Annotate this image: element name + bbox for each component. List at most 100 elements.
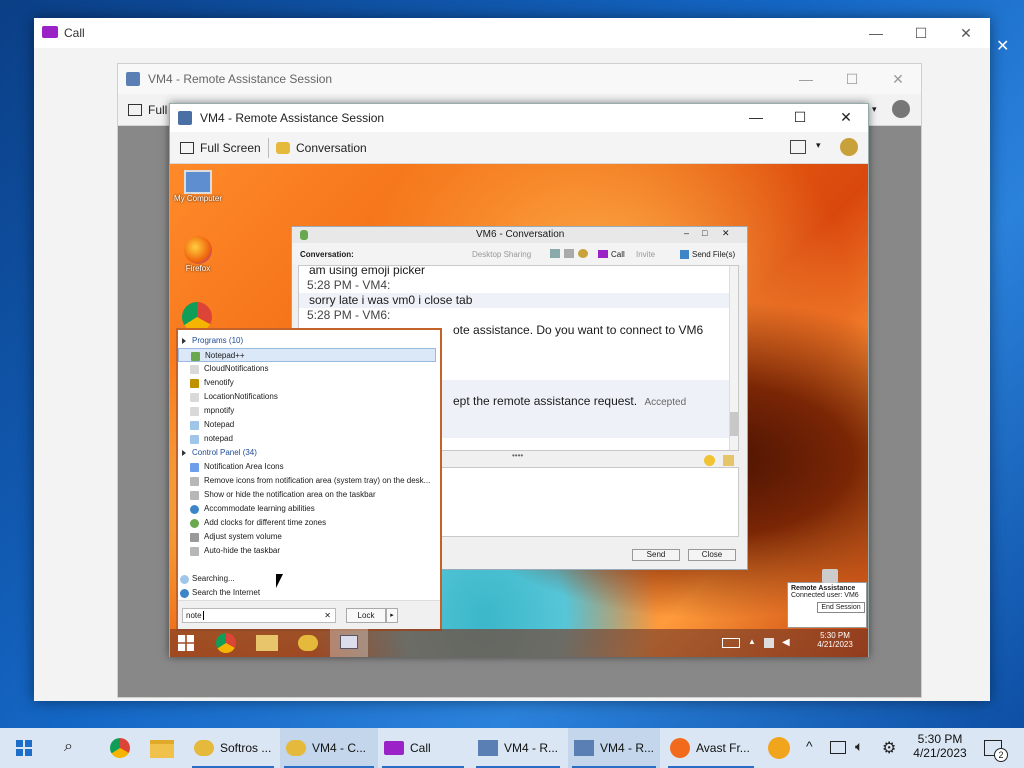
list-item[interactable]: Notification Area Icons [178, 460, 436, 474]
keyboard-icon[interactable] [722, 638, 740, 648]
fullscreen-button[interactable]: Full Screen [180, 136, 261, 160]
send-button[interactable]: Send [632, 549, 680, 561]
gear-icon[interactable] [892, 100, 910, 118]
search-icon[interactable]: ⌕ [64, 738, 73, 756]
monitor-icon[interactable] [790, 140, 806, 154]
minimize-button[interactable]: — [736, 103, 776, 131]
taskbar-item-softros[interactable]: Softros ... [188, 728, 278, 768]
close-button[interactable]: Close [688, 549, 736, 561]
remote-clock[interactable]: 5:30 PM 4/21/2023 [810, 631, 860, 649]
network-icon[interactable] [764, 638, 774, 648]
minimize-button[interactable]: — [786, 64, 826, 94]
firefox-icon [184, 236, 212, 264]
chevron-right-icon[interactable]: ▸ [386, 608, 398, 623]
list-item[interactable]: LocationNotifications [178, 390, 436, 404]
end-session-button[interactable]: End Session [817, 602, 865, 613]
list-item[interactable]: Adjust system volume [178, 530, 436, 544]
list-item[interactable]: fvenotify [178, 376, 436, 390]
emoji-icon[interactable] [704, 455, 715, 466]
close-icon[interactable]: ✕ [996, 36, 1016, 56]
toolbar-divider [268, 138, 269, 158]
file-explorer-icon[interactable] [150, 740, 174, 758]
taskbar-item-vm4-conversation[interactable]: VM4 - C... [280, 728, 378, 768]
fullscreen-button[interactable]: Full [128, 98, 167, 122]
chevron-up-icon[interactable]: ^ [806, 738, 813, 754]
list-item[interactable]: Remove icons from notification area (sys… [178, 474, 436, 488]
chevron-up-icon[interactable]: ▲ [748, 637, 756, 646]
emoji-icon[interactable] [578, 249, 588, 258]
list-item[interactable]: Accommodate learning abilities [178, 502, 436, 516]
taskbar-item-label: VM4 - R... [600, 741, 655, 755]
maximize-button[interactable]: ☐ [901, 18, 941, 48]
close-button[interactable]: ✕ [878, 64, 918, 94]
chevron-down-icon[interactable]: ▾ [872, 104, 877, 115]
search-internet-item[interactable]: Search the Internet [178, 586, 436, 600]
app-icon [190, 365, 199, 374]
list-item[interactable]: Add clocks for different time zones [178, 516, 436, 530]
chrome-icon[interactable] [110, 738, 130, 758]
taskbar-item-vm4-ra-1[interactable]: VM4 - R... [472, 728, 564, 768]
taskbar-item-vm4-ra-2[interactable]: VM4 - R... [568, 728, 660, 768]
list-item[interactable]: notepad [178, 432, 436, 446]
attach-icon[interactable] [550, 249, 560, 258]
chat-icon[interactable] [298, 635, 318, 651]
recycle-bin-icon[interactable] [822, 569, 838, 583]
close-button[interactable]: ✕ [946, 18, 986, 48]
chat-icon [194, 740, 214, 756]
maximize-button[interactable]: ☐ [832, 64, 872, 94]
document-icon[interactable] [564, 249, 574, 258]
taskbar-item-avast[interactable]: Avast Fr... [664, 728, 758, 768]
list-item[interactable]: Show or hide the notification area on th… [178, 488, 436, 502]
list-item[interactable]: Notepad [178, 418, 436, 432]
speaker-icon[interactable]: ◀ [782, 637, 790, 648]
maximize-button[interactable]: □ [702, 228, 707, 238]
send-files-button[interactable]: Send File(s) [680, 250, 735, 259]
control-panel-icon [190, 491, 199, 500]
maximize-button[interactable]: ☐ [780, 103, 820, 131]
lock-button[interactable]: Lock [346, 608, 386, 623]
programs-header[interactable]: Programs (10) [178, 334, 440, 348]
chat-message: am using emoji picker [309, 265, 426, 277]
list-item[interactable]: mpnotify [178, 404, 436, 418]
minimize-button[interactable]: — [856, 18, 896, 48]
desktop-icon-firefox[interactable]: Firefox [170, 236, 226, 273]
minimize-button[interactable]: – [684, 228, 689, 238]
notepadpp-icon [191, 352, 200, 361]
remote-date: 4/21/2023 [817, 640, 853, 649]
gear-icon[interactable]: ⚙ [882, 738, 896, 758]
control-panel-header[interactable]: Control Panel (34) [178, 446, 440, 460]
video-camera-icon [42, 26, 58, 38]
close-button[interactable]: ✕ [722, 228, 730, 239]
taskbar-item-call[interactable]: Call [378, 728, 468, 768]
invite-button[interactable]: Invite [636, 250, 655, 259]
speaker-icon[interactable]: 🔈︎ [855, 738, 863, 755]
vpn-shield-icon[interactable] [768, 737, 790, 759]
folder-icon[interactable] [256, 635, 278, 651]
conversation-button[interactable]: Conversation [276, 136, 367, 160]
scrollbar[interactable] [729, 266, 738, 450]
host-clock[interactable]: 5:30 PM 4/21/2023 [910, 732, 970, 760]
remote-assistance-icon [126, 72, 140, 86]
desktop-sharing-button[interactable]: Desktop Sharing [472, 250, 531, 259]
call-button[interactable]: Call [598, 250, 625, 259]
list-item[interactable]: CloudNotifications [178, 362, 436, 376]
chevron-down-icon[interactable]: ▾ [816, 140, 821, 151]
gear-icon[interactable] [840, 138, 858, 156]
taskbar-item-label: VM4 - R... [504, 741, 559, 755]
list-item[interactable]: Notepad++ [178, 348, 436, 362]
host-time: 5:30 PM [917, 732, 963, 746]
remote-assistance-icon [340, 635, 358, 649]
chrome-icon[interactable] [216, 633, 236, 653]
format-icon[interactable] [723, 455, 734, 466]
close-button[interactable]: ✕ [826, 103, 866, 131]
list-item[interactable]: Auto-hide the taskbar [178, 544, 436, 558]
desktop-icon-my-computer[interactable]: My Computer [170, 170, 226, 203]
windows-start-icon[interactable] [178, 635, 194, 651]
windows-start-icon[interactable] [16, 740, 32, 756]
clear-icon[interactable]: ✕ [324, 609, 331, 622]
call-label: Call [611, 250, 625, 259]
search-input[interactable]: note ✕ [182, 608, 336, 623]
network-icon[interactable] [830, 741, 846, 754]
splitter-handle[interactable]: •••• [512, 451, 523, 460]
taskbar-remote-assistance[interactable] [330, 629, 368, 657]
